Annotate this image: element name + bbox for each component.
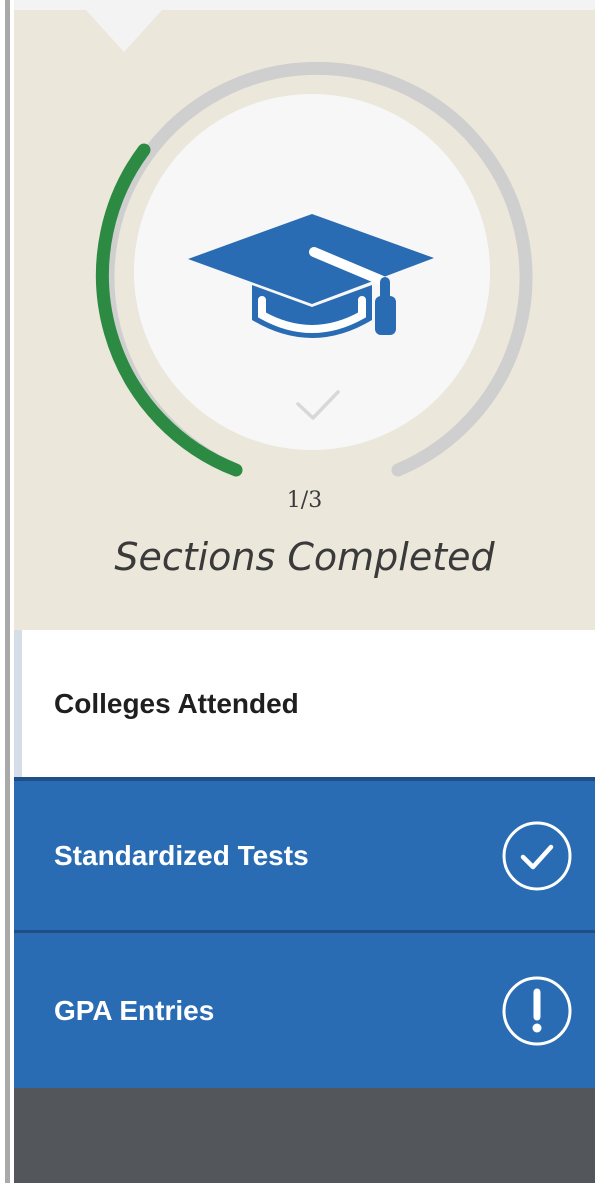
section-item-standardized-tests[interactable]: Standardized Tests bbox=[14, 777, 595, 930]
checkmark-circle-icon bbox=[502, 821, 572, 890]
left-rail-line bbox=[5, 0, 10, 1183]
section-label-standardized-tests: Standardized Tests bbox=[54, 839, 309, 871]
sections-panel: 1/3 Sections Completed Colleges Attended… bbox=[14, 0, 595, 1183]
page: 1/3 Sections Completed Colleges Attended… bbox=[0, 0, 595, 1183]
left-rail bbox=[0, 0, 12, 1183]
section-list: Colleges Attended Standardized Tests GPA… bbox=[14, 630, 595, 1088]
progress-count: 1/3 bbox=[286, 488, 323, 513]
footer-bar bbox=[14, 1088, 595, 1183]
section-item-gpa-entries[interactable]: GPA Entries bbox=[14, 930, 595, 1088]
section-item-colleges-attended[interactable]: Colleges Attended bbox=[14, 630, 595, 777]
section-label-gpa-entries: GPA Entries bbox=[54, 994, 215, 1026]
section-label-colleges-attended: Colleges Attended bbox=[54, 687, 299, 719]
progress-label: Sections Completed bbox=[114, 535, 495, 579]
exclamation-circle-icon bbox=[502, 976, 572, 1045]
progress-card: 1/3 Sections Completed bbox=[14, 0, 595, 630]
